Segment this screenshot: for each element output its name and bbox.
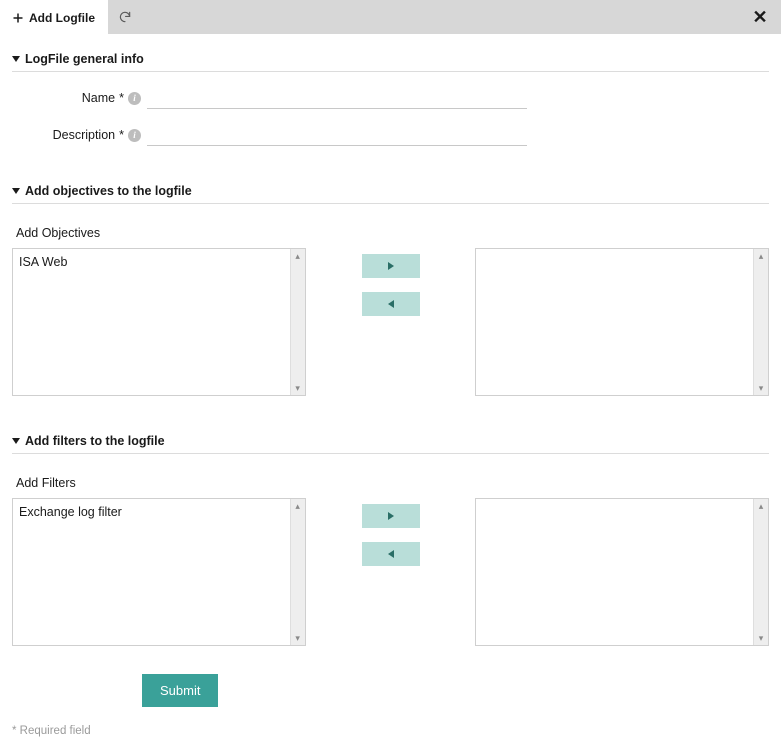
list-item[interactable]: Exchange log filter	[19, 503, 284, 521]
description-input[interactable]	[147, 124, 527, 146]
filters-transfer-buttons	[306, 498, 476, 566]
scroll-up-icon: ▴	[291, 249, 305, 263]
required-marker: *	[119, 128, 124, 142]
scroll-down-icon: ▾	[291, 381, 305, 395]
name-input[interactable]	[147, 87, 527, 109]
info-icon[interactable]: i	[128, 92, 141, 105]
section-title: Add filters to the logfile	[25, 434, 165, 448]
filters-dual-list: Exchange log filter ▴ ▾ ▴ ▾	[12, 498, 769, 646]
scrollbar[interactable]: ▴ ▾	[753, 249, 768, 395]
list-item[interactable]: ISA Web	[19, 253, 284, 271]
required-marker: *	[119, 91, 124, 105]
submit-row: Submit	[12, 674, 769, 707]
move-left-button[interactable]	[362, 542, 420, 566]
objectives-selected-listbox[interactable]: ▴ ▾	[475, 248, 769, 396]
move-right-button[interactable]	[362, 254, 420, 278]
chevron-right-icon	[388, 262, 394, 270]
form-row-description: Description * i	[12, 124, 769, 146]
objectives-dual-list: ISA Web ▴ ▾ ▴ ▾	[12, 248, 769, 396]
scroll-up-icon: ▴	[754, 499, 768, 513]
scroll-up-icon: ▴	[754, 249, 768, 263]
scrollbar[interactable]: ▴ ▾	[290, 249, 305, 395]
section-title: Add objectives to the logfile	[25, 184, 192, 198]
tab-label: Add Logfile	[29, 11, 95, 25]
content-area: LogFile general info Name * i Descriptio…	[0, 34, 781, 749]
move-right-button[interactable]	[362, 504, 420, 528]
plus-icon	[12, 12, 24, 24]
caret-down-icon	[12, 56, 20, 62]
section-header-objectives[interactable]: Add objectives to the logfile	[12, 174, 769, 204]
section-title: LogFile general info	[25, 52, 144, 66]
chevron-right-icon	[388, 512, 394, 520]
name-label: Name	[82, 91, 115, 105]
description-label: Description	[53, 128, 116, 142]
name-label-wrap: Name * i	[12, 91, 147, 105]
objectives-transfer-buttons	[306, 248, 476, 316]
required-field-footnote: * Required field	[12, 725, 769, 737]
objectives-available-listbox[interactable]: ISA Web ▴ ▾	[12, 248, 306, 396]
refresh-button[interactable]	[108, 0, 142, 34]
scrollbar[interactable]: ▴ ▾	[753, 499, 768, 645]
form-row-name: Name * i	[12, 87, 769, 109]
tab-add-logfile[interactable]: Add Logfile	[0, 0, 108, 34]
objectives-label: Add Objectives	[16, 226, 769, 240]
filters-selected-listbox[interactable]: ▴ ▾	[475, 498, 769, 646]
scroll-up-icon: ▴	[291, 499, 305, 513]
refresh-icon	[118, 10, 132, 24]
scroll-down-icon: ▾	[754, 381, 768, 395]
section-header-filters[interactable]: Add filters to the logfile	[12, 424, 769, 454]
submit-button[interactable]: Submit	[142, 674, 218, 707]
scroll-down-icon: ▾	[754, 631, 768, 645]
chevron-left-icon	[388, 550, 394, 558]
caret-down-icon	[12, 188, 20, 194]
filters-label: Add Filters	[16, 476, 769, 490]
chevron-left-icon	[388, 300, 394, 308]
section-header-general[interactable]: LogFile general info	[12, 42, 769, 72]
close-icon: ✕	[752, 7, 767, 28]
move-left-button[interactable]	[362, 292, 420, 316]
top-bar: Add Logfile ✕	[0, 0, 781, 34]
caret-down-icon	[12, 438, 20, 444]
description-label-wrap: Description * i	[12, 128, 147, 142]
scrollbar[interactable]: ▴ ▾	[290, 499, 305, 645]
filters-available-listbox[interactable]: Exchange log filter ▴ ▾	[12, 498, 306, 646]
info-icon[interactable]: i	[128, 129, 141, 142]
close-button[interactable]: ✕	[745, 0, 775, 34]
scroll-down-icon: ▾	[291, 631, 305, 645]
